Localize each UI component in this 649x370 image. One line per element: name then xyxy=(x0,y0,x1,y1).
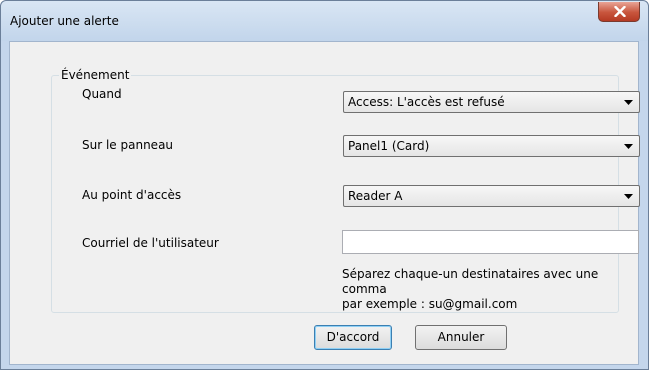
cancel-button[interactable]: Annuler xyxy=(415,325,507,350)
panel-select-value: Panel1 (Card) xyxy=(348,139,430,153)
chevron-down-icon xyxy=(624,100,633,105)
panel-select[interactable]: Panel1 (Card) xyxy=(343,135,640,157)
chevron-down-icon xyxy=(624,144,633,149)
email-hint: Séparez chaque-un destinataires avec une… xyxy=(342,267,638,312)
dialog-body: Événement Quand Access: L'accès est refu… xyxy=(9,41,640,365)
dialog-window: Ajouter une alerte Événement Quand Acces… xyxy=(0,0,649,370)
window-title: Ajouter une alerte xyxy=(10,14,119,28)
access-point-label: Au point d'accès xyxy=(82,188,182,202)
when-label: Quand xyxy=(82,87,122,101)
email-field[interactable] xyxy=(342,230,639,254)
close-icon xyxy=(614,6,626,17)
email-label: Courriel de l'utilisateur xyxy=(82,236,219,250)
when-select-value: Access: L'accès est refusé xyxy=(348,95,505,109)
close-button[interactable] xyxy=(598,2,640,22)
when-select[interactable]: Access: L'accès est refusé xyxy=(343,91,640,113)
groupbox-legend: Événement xyxy=(59,68,132,82)
email-hint-line1: Séparez chaque-un destinataires avec une… xyxy=(342,267,599,296)
chevron-down-icon xyxy=(624,194,633,199)
email-hint-line2: par exemple : su@gmail.com xyxy=(342,297,518,311)
ok-button[interactable]: D'accord xyxy=(314,325,392,350)
panel-label: Sur le panneau xyxy=(82,138,174,152)
title-bar[interactable]: Ajouter une alerte xyxy=(1,1,648,41)
access-point-select[interactable]: Reader A xyxy=(343,185,640,207)
access-point-select-value: Reader A xyxy=(348,189,403,203)
